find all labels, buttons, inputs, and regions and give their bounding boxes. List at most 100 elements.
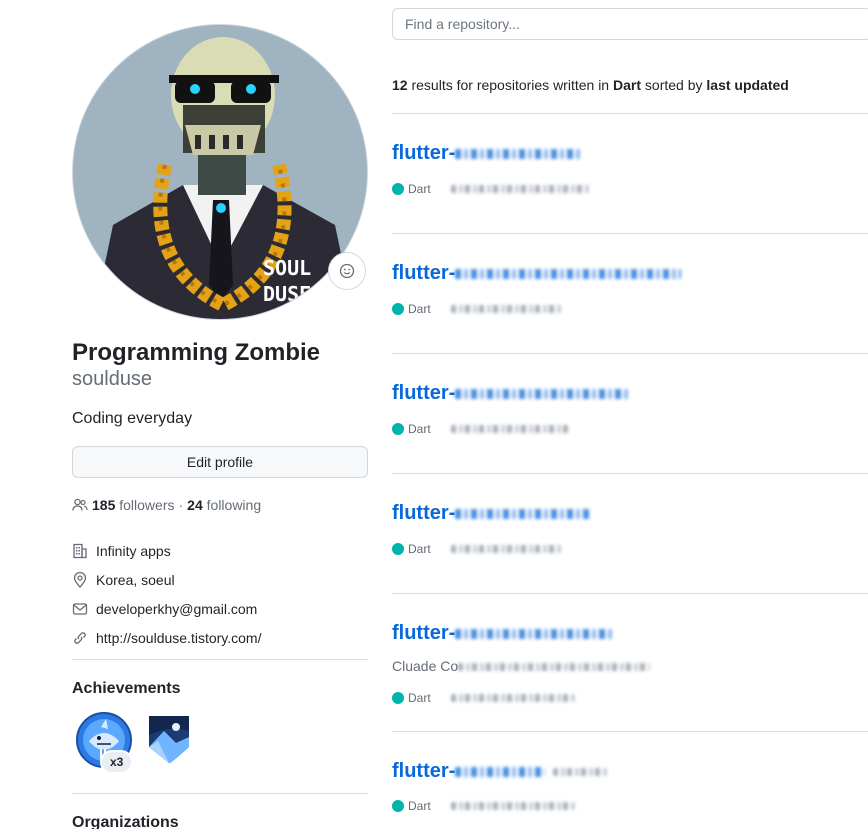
repo-meta: Dart — [392, 797, 575, 815]
repo-name: flutter- — [392, 760, 456, 782]
sidebar-divider — [72, 793, 368, 794]
following-label: following — [206, 497, 262, 513]
organizations-heading: Organizations — [72, 814, 179, 829]
repo-name-link[interactable]: flutter- — [392, 380, 630, 406]
following-count: 24 — [187, 497, 203, 513]
dart-language-dot — [392, 800, 404, 812]
repo-meta: Dart — [392, 180, 591, 198]
repo-language: Dart — [408, 182, 431, 196]
results-sort: last updated — [706, 77, 789, 93]
avatar-container: SOUL DUSE — [72, 24, 368, 320]
repo-language: Dart — [408, 542, 431, 556]
results-text-2: sorted by — [644, 77, 703, 93]
mail-icon — [72, 602, 88, 615]
find-repository-input[interactable] — [392, 8, 868, 40]
vcard-details: Infinity apps Korea, soeul developerkhy@… — [72, 536, 368, 652]
location-text: Korea, soeul — [96, 571, 175, 588]
avatar-image: SOUL DUSE — [73, 25, 367, 319]
repo-name-link[interactable]: flutter- — [392, 620, 616, 646]
redacted-name — [455, 628, 616, 639]
repo-divider — [392, 731, 868, 732]
avatar-text-soul: SOUL — [263, 256, 311, 280]
repo-meta: Dart — [392, 420, 571, 438]
repo-description: Cluade Co — [392, 656, 651, 676]
repo-name-link[interactable]: flutter- — [392, 260, 682, 286]
results-summary: 12 results for repositories written in D… — [392, 75, 789, 95]
edit-profile-button[interactable]: Edit profile — [72, 446, 368, 478]
following-link[interactable]: 24 following — [187, 495, 261, 515]
repo-divider — [392, 473, 868, 474]
repo-language: Dart — [408, 799, 431, 813]
redacted-updated — [450, 185, 591, 193]
repo-list-item: flutter- Dart — [392, 140, 868, 230]
follow-separator: · — [178, 497, 184, 513]
dart-language-dot — [392, 543, 404, 555]
dart-language-dot — [392, 183, 404, 195]
repo-divider — [392, 233, 868, 234]
followers-link[interactable]: 185 followers — [92, 495, 175, 515]
repo-list-item: flutter- Dart — [392, 758, 868, 828]
redacted-name-suffix — [553, 767, 610, 776]
repo-name: flutter- — [392, 622, 456, 644]
organization-icon — [73, 543, 87, 558]
vcard-location: Korea, soeul — [72, 565, 368, 594]
redacted-updated — [450, 545, 563, 553]
redacted-name — [455, 766, 546, 777]
repo-meta: Dart — [392, 300, 563, 318]
repo-meta: Dart — [392, 689, 575, 707]
profile-bio: Coding everyday — [72, 410, 193, 427]
dart-language-dot — [392, 423, 404, 435]
follow-stats: 185 followers · 24 following — [72, 495, 261, 515]
vcard-company: Infinity apps — [72, 536, 368, 565]
dart-language-dot — [392, 303, 404, 315]
link-icon — [74, 631, 86, 644]
repo-divider — [392, 353, 868, 354]
results-language: Dart — [613, 77, 642, 93]
redacted-description — [458, 663, 651, 672]
repo-name-link[interactable]: flutter- — [392, 500, 592, 526]
repo-language: Dart — [408, 422, 431, 436]
redacted-updated — [450, 305, 563, 313]
dart-language-dot — [392, 692, 404, 704]
set-status-button[interactable] — [328, 252, 366, 290]
repo-name: flutter- — [392, 382, 456, 404]
redacted-name — [455, 388, 630, 399]
arctic-badge-icon — [149, 716, 189, 764]
repo-name: flutter- — [392, 502, 456, 524]
people-icon — [72, 498, 88, 511]
repo-name-link[interactable]: flutter- — [392, 140, 584, 166]
redacted-updated — [450, 425, 571, 433]
website-link[interactable]: http://soulduse.tistory.com/ — [96, 630, 261, 646]
results-text-1: results for repositories written in — [411, 77, 610, 93]
vcard-website: http://soulduse.tistory.com/ — [72, 623, 368, 652]
repo-divider — [392, 593, 868, 594]
redacted-name — [455, 148, 584, 159]
repo-language: Dart — [408, 691, 431, 705]
redacted-updated — [450, 694, 575, 702]
avatar-text-duse: DUSE — [263, 282, 311, 306]
redacted-name — [455, 508, 592, 519]
repo-list-item: flutter- Dart — [392, 260, 868, 350]
avatar[interactable]: SOUL DUSE — [72, 24, 368, 320]
repo-list-item: flutter- Dart — [392, 500, 868, 590]
repo-name-link[interactable]: flutter- — [392, 758, 610, 784]
repo-meta: Dart — [392, 540, 563, 558]
sidebar-divider — [72, 659, 368, 660]
company-text: Infinity apps — [96, 542, 171, 559]
location-pin-icon — [73, 571, 87, 588]
repo-description-text: Cluade Co — [392, 658, 459, 674]
achievements-heading[interactable]: Achievements — [72, 679, 181, 699]
email-link[interactable]: developerkhy@gmail.com — [96, 601, 257, 617]
redacted-updated — [450, 802, 575, 810]
vcard-email: developerkhy@gmail.com — [72, 594, 368, 623]
repo-list-item: flutter- Cluade Co Dart — [392, 620, 868, 730]
redacted-name — [455, 268, 682, 279]
repo-name: flutter- — [392, 142, 456, 164]
repo-language: Dart — [408, 302, 431, 316]
profile-login: soulduse — [72, 368, 153, 390]
repo-name: flutter- — [392, 262, 456, 284]
smiley-icon — [339, 263, 355, 279]
achievement-count-badge: x3 — [102, 752, 132, 772]
repo-divider — [392, 113, 868, 114]
achievement-badge-arctic[interactable] — [146, 713, 210, 777]
